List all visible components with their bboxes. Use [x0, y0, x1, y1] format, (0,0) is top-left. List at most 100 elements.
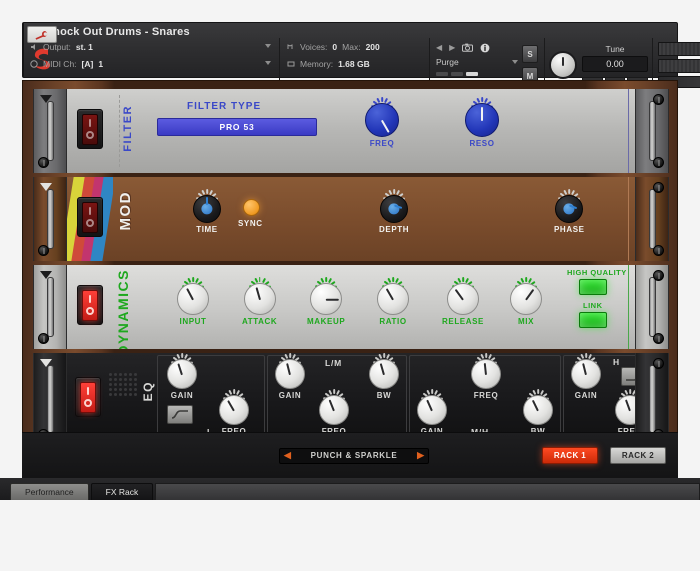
rail-handle[interactable]: [47, 101, 54, 161]
eq-band-label-lm: L/M: [325, 358, 343, 368]
knob-mh-freq[interactable]: FREQ: [471, 353, 501, 400]
rail-handle[interactable]: [47, 277, 54, 337]
knob-dial[interactable]: [380, 189, 409, 223]
output-value: st. 1: [75, 41, 93, 52]
dynamics-panel: DYNAMICS INPUT ATTACK MAKEUP RATIO RELEA…: [67, 265, 635, 349]
knob-dial[interactable]: [471, 353, 501, 389]
sync-button[interactable]: SYNC: [238, 199, 263, 228]
knob-input[interactable]: INPUT: [177, 277, 209, 326]
knob-freq[interactable]: FREQ: [365, 97, 399, 148]
instrument-title-row[interactable]: Knock Out Drums - Snares: [24, 26, 700, 38]
mod-rail-left[interactable]: [33, 177, 67, 261]
tab-performance[interactable]: Performance: [10, 483, 89, 500]
knob-dial[interactable]: [447, 277, 479, 315]
knob-dial[interactable]: [417, 389, 447, 425]
midi-label: MIDI Ch:: [43, 58, 77, 69]
rail-handle[interactable]: [47, 365, 54, 433]
knob-lm-gain[interactable]: GAIN: [275, 353, 305, 400]
knob-lm-freq[interactable]: FREQ: [319, 389, 349, 436]
knob-ratio[interactable]: RATIO: [377, 277, 409, 326]
knob-dial[interactable]: [365, 97, 399, 137]
knob-l-freq[interactable]: FREQ: [219, 389, 249, 436]
panel-divider: [628, 265, 629, 349]
knob-reso[interactable]: RESO: [465, 97, 499, 148]
knob-h-freq[interactable]: FREQ: [615, 389, 635, 436]
dynamics-rail-right[interactable]: [635, 265, 669, 349]
dynamics-rail-left[interactable]: [33, 265, 67, 349]
dynamics-power-switch[interactable]: [77, 285, 103, 325]
eq-power-switch[interactable]: [75, 377, 101, 417]
knob-dial[interactable]: [219, 389, 249, 425]
knob-dial[interactable]: [377, 277, 409, 315]
knob-dial[interactable]: [167, 353, 197, 389]
mod-power-switch[interactable]: [77, 197, 103, 237]
next-icon[interactable]: ▶: [449, 43, 455, 52]
knob-dial[interactable]: [310, 277, 343, 315]
knob-depth[interactable]: DEPTH: [379, 189, 409, 234]
knob-dial[interactable]: [571, 353, 601, 389]
tab-fx-rack[interactable]: FX Rack: [90, 483, 154, 500]
mod-rail-right[interactable]: [635, 177, 669, 261]
rocker: [82, 201, 98, 233]
knob-dial[interactable]: [615, 389, 635, 425]
purge-dropdown[interactable]: Purge: [436, 55, 518, 69]
knob-dial[interactable]: [369, 353, 399, 389]
filter-rail-left[interactable]: [33, 89, 67, 173]
knob-makeup[interactable]: MAKEUP: [307, 277, 345, 326]
screw-icon: [38, 157, 49, 168]
chevron-down-icon[interactable]: [265, 44, 271, 48]
knob-lm-bw[interactable]: BW: [369, 353, 399, 400]
high-quality-button[interactable]: [579, 279, 607, 295]
knob-l-gain[interactable]: GAIN: [167, 353, 197, 400]
midi-row[interactable]: MIDI Ch: [A] 1: [30, 55, 279, 72]
knob-mh-bw[interactable]: BW: [523, 389, 553, 436]
knob-dial[interactable]: [510, 277, 542, 315]
tune-knob[interactable]: [549, 51, 577, 79]
knob-dial[interactable]: [243, 277, 276, 315]
knob-attack[interactable]: ATTACK: [242, 277, 277, 326]
filter-rail-right[interactable]: [635, 89, 669, 173]
rail-handle[interactable]: [649, 189, 656, 249]
knob-mix[interactable]: MIX: [510, 277, 542, 326]
rack-2-button[interactable]: RACK 2: [610, 447, 666, 464]
tune-label: Tune: [605, 43, 625, 54]
knob-dial[interactable]: [465, 97, 499, 137]
eq-h-shelf-button[interactable]: [621, 367, 635, 386]
solo-button[interactable]: S: [522, 45, 538, 63]
knob-time[interactable]: TIME: [193, 189, 221, 234]
knob-dial[interactable]: [523, 389, 553, 425]
memory-icon: [287, 61, 295, 66]
chevron-down-icon[interactable]: [265, 61, 271, 65]
prev-icon[interactable]: ◀: [436, 43, 442, 52]
knob-dial[interactable]: [193, 189, 221, 223]
rack-1-button[interactable]: RACK 1: [542, 447, 598, 464]
tune-value[interactable]: 0.00: [582, 55, 648, 72]
led-segment: [451, 72, 463, 76]
camera-icon: [462, 43, 474, 52]
preset-selector[interactable]: ◀ PUNCH & SPARKLE ▶: [279, 447, 429, 464]
knob-dial[interactable]: [319, 389, 349, 425]
knob-release[interactable]: RELEASE: [442, 277, 484, 326]
output-row[interactable]: Output: st. 1: [30, 38, 279, 55]
knob-phase[interactable]: PHASE: [554, 189, 585, 234]
knob-h-gain[interactable]: GAIN: [571, 353, 601, 400]
knob-pointer: [326, 298, 339, 301]
preset-next-icon[interactable]: ▶: [417, 450, 424, 461]
knob-dial[interactable]: [177, 277, 209, 315]
preset-prev-icon[interactable]: ◀: [284, 450, 291, 461]
purge-label: Purge: [436, 57, 459, 67]
rail-handle[interactable]: [649, 277, 656, 337]
filter-power-switch[interactable]: [77, 109, 103, 149]
knob-mh-gain[interactable]: GAIN: [417, 389, 447, 436]
speaker-icon: [31, 43, 35, 50]
filter-type-select[interactable]: PRO 53: [157, 118, 317, 136]
rail-handle[interactable]: [47, 189, 54, 249]
rail-handle[interactable]: [649, 101, 656, 161]
rocker: [82, 289, 98, 321]
eq-l-shelf-button[interactable]: [167, 405, 193, 424]
link-button[interactable]: [579, 312, 607, 328]
rail-handle[interactable]: [649, 365, 656, 433]
knob-dial[interactable]: [275, 353, 305, 389]
chevron-down-icon[interactable]: [512, 60, 518, 64]
knob-dial[interactable]: [555, 189, 584, 223]
